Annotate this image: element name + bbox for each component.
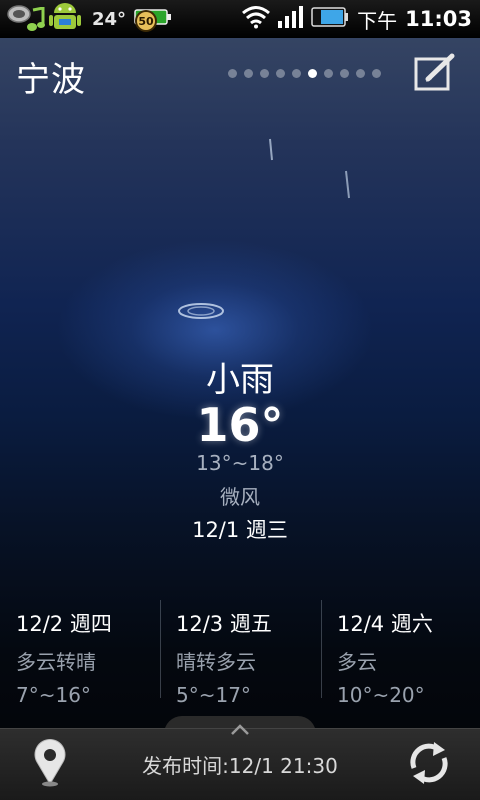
refresh-button[interactable] [404, 738, 454, 788]
forecast-date: 12/2 週四 [16, 612, 112, 636]
current-date: 12/1 週三 [192, 518, 288, 542]
forecast-range: 7°~16° [16, 683, 91, 707]
page-dot [340, 69, 349, 78]
forecast-condition: 多云转晴 [16, 650, 96, 674]
forecast-range: 5°~17° [176, 683, 251, 707]
rain-streak [344, 170, 352, 204]
expand-button[interactable] [228, 722, 252, 738]
rain-ripple [176, 300, 226, 326]
forecast-condition: 多云 [337, 650, 377, 674]
refresh-icon [404, 742, 454, 792]
edit-icon [412, 53, 458, 98]
chevron-up-icon [228, 723, 252, 742]
battery-level-icon [311, 5, 349, 33]
page-dot [244, 69, 253, 78]
forecast-date: 12/3 週五 [176, 612, 272, 636]
page-indicator [228, 69, 381, 78]
status-bar-right: 下午 11:03 [241, 0, 472, 38]
forecast-date: 12/4 週六 [337, 612, 433, 636]
page-dot-active [308, 69, 317, 78]
current-range: 13°~18° [196, 451, 284, 475]
forecast-condition: 晴转多云 [176, 650, 256, 674]
forecast-day: 12/2 週四 多云转晴 7°~16° [0, 600, 160, 707]
signal-icon [277, 5, 305, 33]
forecast-day: 12/4 週六 多云 10°~20° [321, 600, 480, 707]
music-note-icon [26, 6, 46, 37]
status-temperature: 24° [92, 8, 127, 30]
city-name[interactable]: 宁波 [16, 52, 86, 101]
wifi-icon [241, 5, 271, 33]
forecast-panel: 12/2 週四 多云转晴 7°~16° 12/3 週五 晴转多云 5°~17° … [0, 600, 480, 707]
page-dot [324, 69, 333, 78]
android-icon [48, 0, 82, 39]
page-dot [292, 69, 301, 78]
page-dot [260, 69, 269, 78]
battery-badge: 50 [135, 10, 157, 32]
current-temperature: 16° [196, 398, 284, 452]
forecast-day: 12/3 週五 晴转多云 5°~17° [160, 600, 320, 707]
weather-screen: 24° 50 下午 11:03 宁波 小雨 16° 13°~18° 微风 12/… [0, 0, 480, 800]
page-dot [372, 69, 381, 78]
status-time: 11:03 [405, 7, 472, 31]
status-ampm: 下午 [357, 8, 398, 33]
status-bar: 24° 50 下午 11:03 [0, 0, 480, 38]
edit-button[interactable] [412, 52, 458, 94]
rain-streak [268, 138, 274, 166]
current-wind: 微风 [220, 485, 260, 509]
forecast-range: 10°~20° [337, 683, 425, 707]
page-dot [228, 69, 237, 78]
current-condition: 小雨 [206, 360, 274, 400]
page-dot [276, 69, 285, 78]
page-dot [356, 69, 365, 78]
